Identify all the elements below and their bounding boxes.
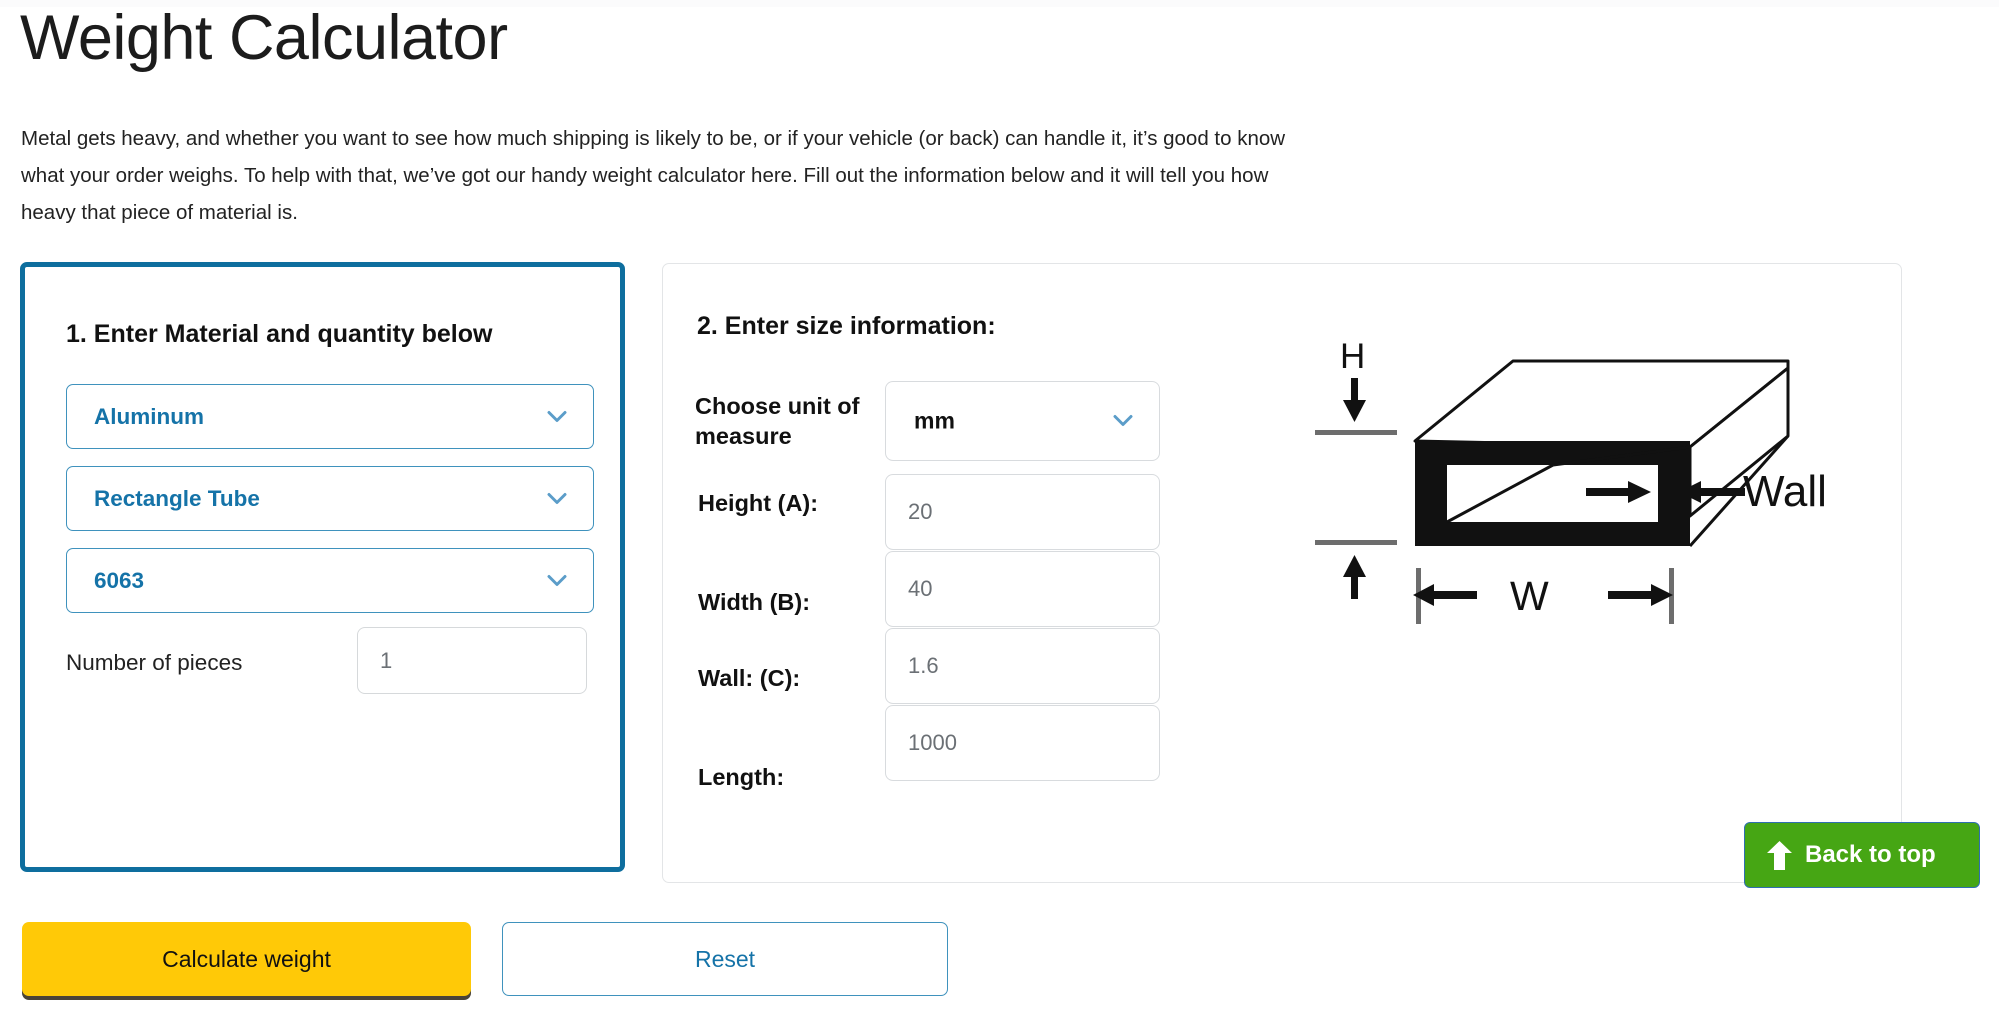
height-label: Height (A): [698,490,819,516]
wall-placeholder: 1.6 [908,653,939,678]
svg-text:Wall: Wall [1743,467,1827,516]
chevron-down-icon [547,492,567,505]
chevron-down-icon [547,410,567,423]
size-panel-title: 2. Enter size information: [697,312,996,340]
rectangle-tube-diagram: H Wall W [1303,334,1863,644]
material-panel: 1. Enter Material and quantity below Alu… [20,262,625,872]
grade-select[interactable]: 6063 [66,548,594,613]
number-of-pieces-placeholder: 1 [380,647,393,673]
width-input[interactable]: 40 [885,551,1160,627]
material-select-value: Aluminum [94,403,204,429]
length-label: Length: [698,764,785,790]
width-label: Width (B): [698,589,811,615]
height-input[interactable]: 20 [885,474,1160,550]
width-placeholder: 40 [908,576,933,601]
arrow-up-icon [1767,840,1792,870]
wall-label: Wall: (C): [698,665,801,691]
number-of-pieces-input[interactable]: 1 [357,627,587,694]
chevron-down-icon [547,574,567,587]
unit-of-measure-select[interactable]: mm [885,381,1160,461]
svg-text:H: H [1340,337,1365,376]
intro-paragraph: Metal gets heavy, and whether you want t… [21,127,1286,224]
size-panel: 2. Enter size information: Choose unit o… [662,263,1902,883]
chevron-down-icon [1113,415,1133,428]
number-of-pieces-label: Number of pieces [66,650,243,675]
grade-select-value: 6063 [94,567,145,593]
back-to-top-label: Back to top [1805,841,1936,868]
svg-text:W: W [1510,573,1549,619]
shape-select[interactable]: Rectangle Tube [66,466,594,531]
unit-of-measure-label: Choose unit of measure [695,393,860,449]
material-panel-title: 1. Enter Material and quantity below [66,320,493,348]
weight-calculator-page: Weight Calculator Metal gets heavy, and … [0,0,1999,1024]
back-to-top-button[interactable]: Back to top [1744,822,1980,888]
reset-button[interactable]: Reset [502,922,948,996]
height-placeholder: 20 [908,499,933,524]
unit-of-measure-value: mm [914,407,955,434]
wall-input[interactable]: 1.6 [885,628,1160,704]
shape-select-value: Rectangle Tube [94,485,260,511]
length-placeholder: 1000 [908,730,957,755]
page-title: Weight Calculator [20,3,508,73]
length-input[interactable]: 1000 [885,705,1160,781]
calculate-weight-button[interactable]: Calculate weight [22,922,471,996]
material-select[interactable]: Aluminum [66,384,594,449]
